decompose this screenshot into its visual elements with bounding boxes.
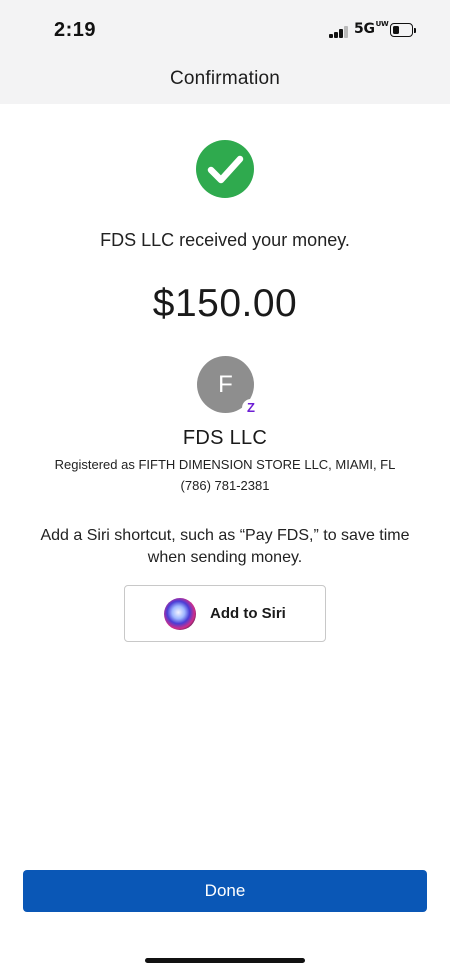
confirmation-message: FDS LLC received your money. [100, 230, 350, 250]
add-to-siri-label: Add to Siri [210, 605, 286, 622]
done-button[interactable]: Done [23, 870, 427, 912]
top-area: 2:19 5GUW Confirmation [0, 0, 450, 104]
network-type: 5GUW [354, 20, 389, 37]
recipient-name: FDS LLC [182, 427, 268, 449]
amount: $150.00 [152, 282, 298, 325]
registered-name: Registered as FIFTH DIMENSION STORE LLC,… [54, 457, 396, 472]
network-superscript: UW [375, 20, 389, 28]
battery-icon [390, 23, 416, 37]
siri-description: Add a Siri shortcut, such as “Pay FDS,” … [40, 527, 410, 566]
status-bar: 2:19 5GUW [0, 0, 450, 60]
checkmark-circle-icon [196, 140, 254, 198]
recipient-phone: (786) 781-2381 [180, 478, 270, 493]
add-to-siri-button[interactable]: Add to Siri [124, 585, 326, 642]
page-title: Confirmation [169, 68, 281, 89]
siri-icon [164, 598, 196, 630]
cellular-signal-icon [329, 26, 349, 38]
home-indicator [145, 958, 305, 963]
status-time: 2:19 [54, 19, 97, 41]
zelle-icon: Z [242, 399, 260, 417]
